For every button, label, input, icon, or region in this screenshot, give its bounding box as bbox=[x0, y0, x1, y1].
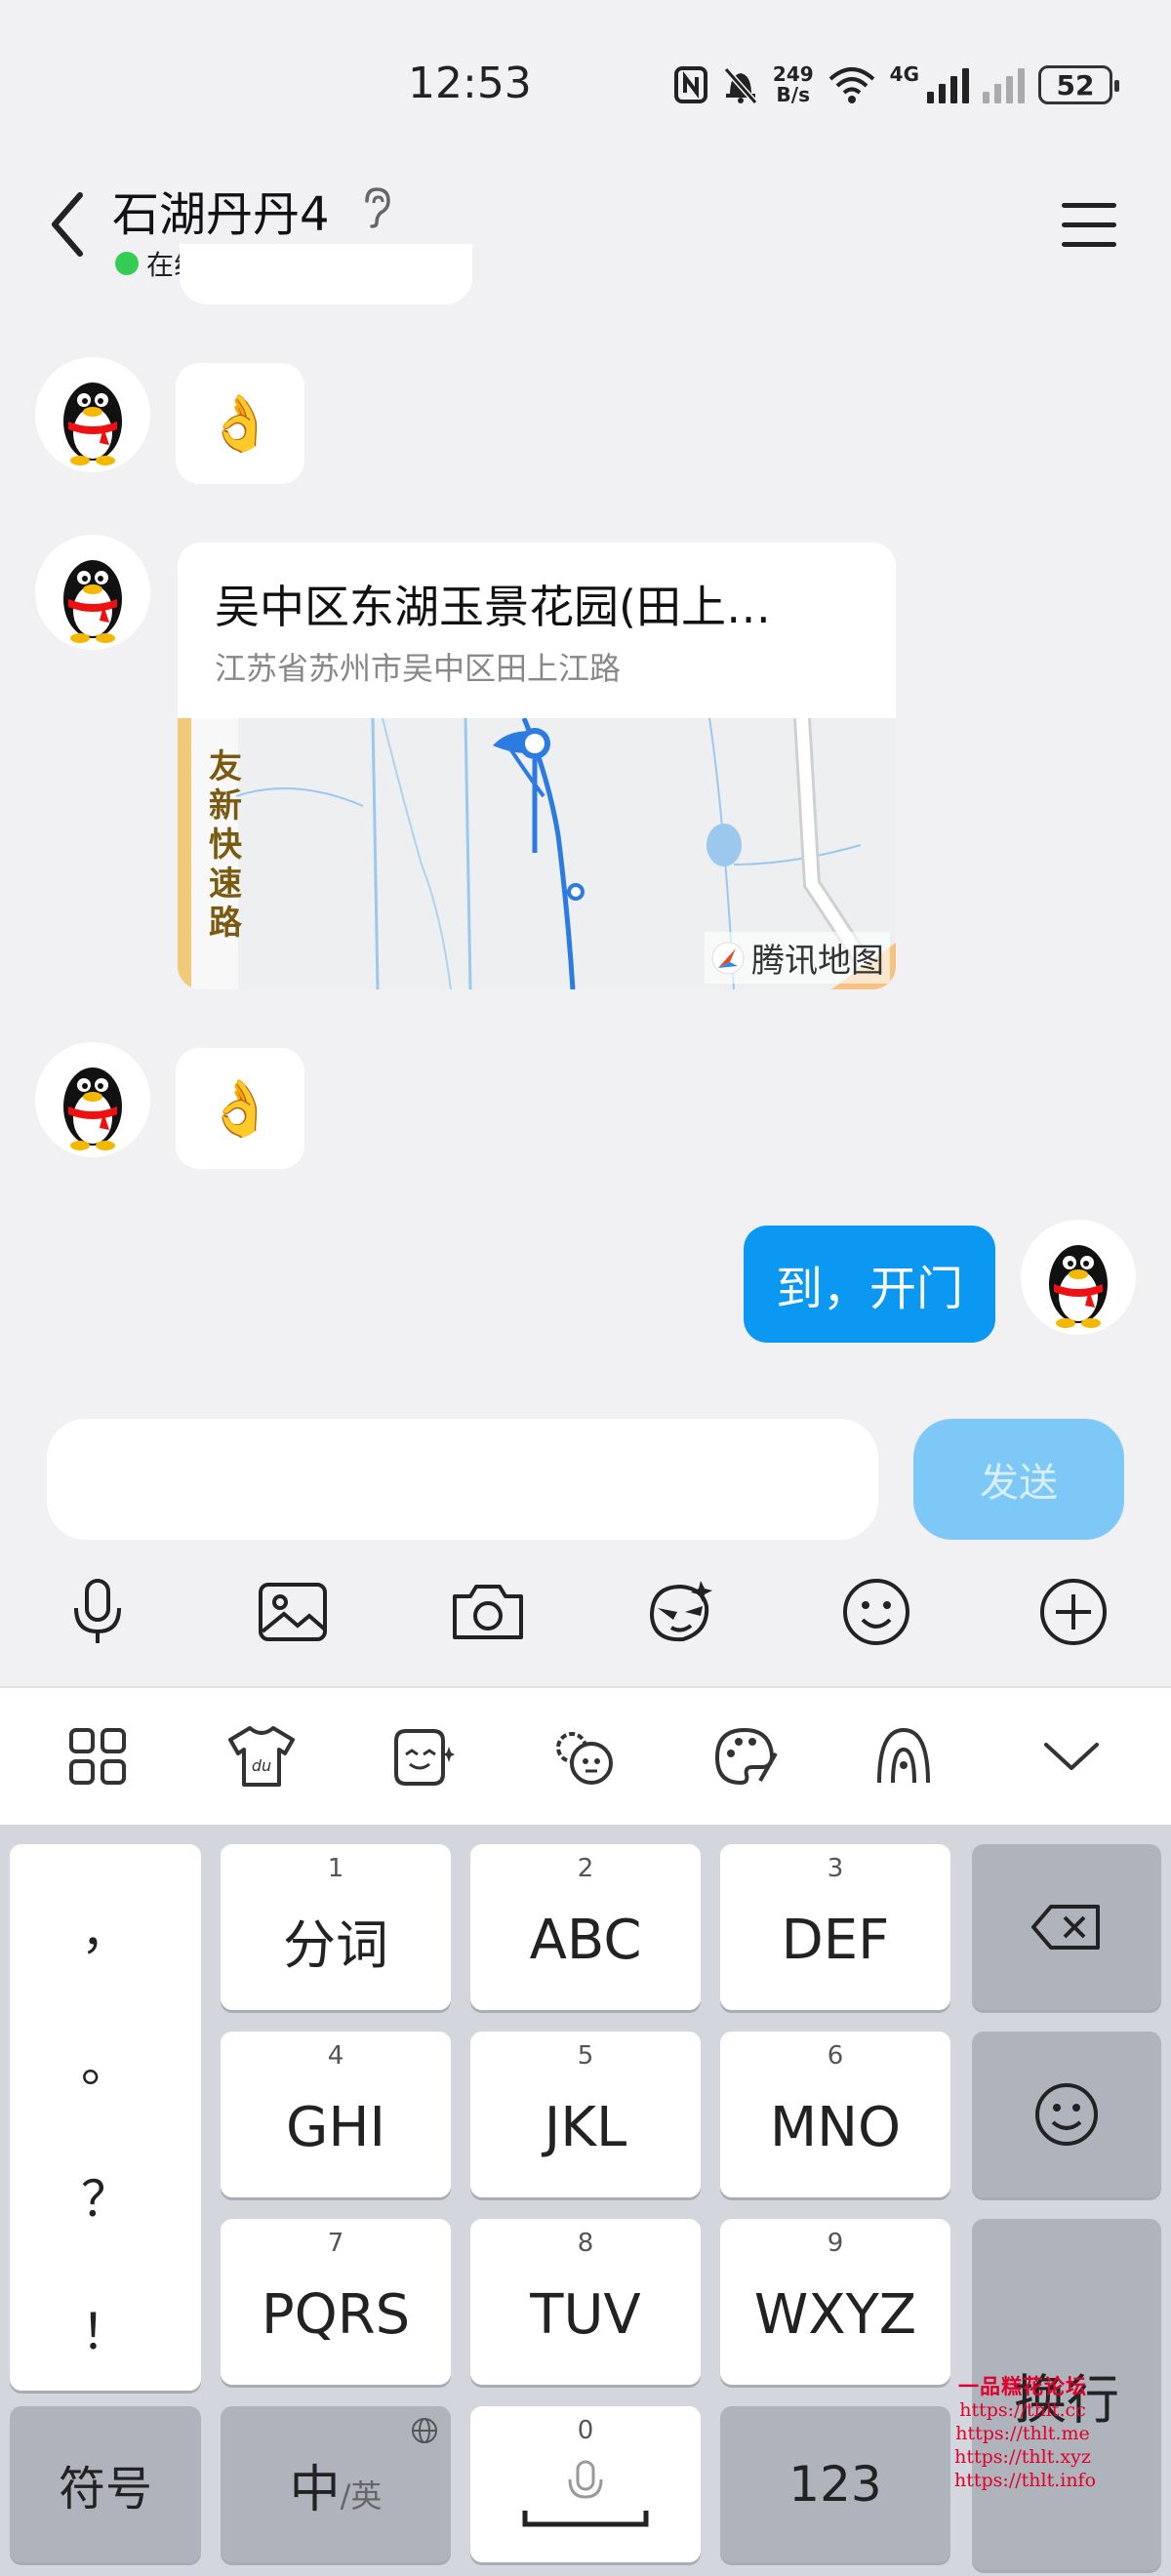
signal-no-sim-icon bbox=[983, 66, 1025, 103]
menu-icon[interactable] bbox=[1062, 203, 1116, 248]
backspace-icon bbox=[1031, 1905, 1100, 1950]
wifi-icon bbox=[828, 67, 875, 103]
key-5[interactable]: 5 JKL bbox=[470, 2032, 701, 2197]
key-6[interactable]: 6 MNO bbox=[720, 2032, 950, 2197]
network-type: 4G bbox=[889, 62, 919, 86]
language-switch-key[interactable]: 中/英 bbox=[221, 2406, 451, 2562]
map-provider: 腾讯地图 bbox=[705, 932, 890, 984]
punct-question-key[interactable]: ？ bbox=[10, 2160, 201, 2231]
handwriting-icon[interactable] bbox=[863, 1715, 945, 1797]
my-avatar[interactable] bbox=[1021, 1220, 1136, 1335]
key-4[interactable]: 4 GHI bbox=[221, 2032, 451, 2197]
image-icon[interactable] bbox=[252, 1571, 334, 1653]
emoji-message-bubble[interactable]: 👌 bbox=[176, 363, 304, 484]
mute-bell-icon bbox=[723, 67, 758, 104]
punct-comma-key[interactable]: ， bbox=[10, 1893, 201, 1963]
mic-icon[interactable] bbox=[57, 1571, 139, 1653]
backspace-key[interactable] bbox=[972, 1844, 1161, 2010]
message-input[interactable] bbox=[47, 1419, 878, 1540]
keyboard: ， 。 ？ ！ 1 分词 2 ABC 3 DEF 4 GHI 5 JKL 6 MNO 7 PQ… bbox=[0, 1825, 1171, 2576]
previous-message-bubble bbox=[180, 244, 472, 304]
ok-hand-emoji: 👌 bbox=[206, 392, 274, 456]
tencent-map-logo-icon bbox=[711, 942, 745, 974]
ok-hand-emoji: 👌 bbox=[206, 1077, 274, 1141]
chat-header: 石湖丹丹4 在线 - 4G bbox=[0, 166, 1171, 302]
face-sticker-icon[interactable] bbox=[383, 1715, 464, 1797]
contact-name[interactable]: 石湖丹丹4 bbox=[112, 176, 330, 244]
punctuation-column[interactable]: ， 。 ？ ！ bbox=[10, 1844, 201, 2391]
key-9[interactable]: 9 WXYZ bbox=[720, 2219, 950, 2385]
penguin-avatar-icon bbox=[63, 382, 122, 465]
emoji-message-bubble[interactable]: 👌 bbox=[176, 1048, 304, 1169]
space-mic-icon bbox=[522, 2460, 649, 2527]
map-provider-label: 腾讯地图 bbox=[751, 942, 884, 981]
key-2[interactable]: 2 ABC bbox=[470, 1844, 701, 2010]
punct-period-key[interactable]: 。 bbox=[10, 2026, 201, 2096]
location-address: 江苏省苏州市吴中区田上江路 bbox=[215, 650, 622, 687]
gear-face-icon[interactable] bbox=[543, 1715, 625, 1797]
shirt-icon[interactable]: du bbox=[221, 1715, 303, 1797]
key-8[interactable]: 8 TUV bbox=[470, 2219, 701, 2385]
signal-icon bbox=[927, 66, 969, 103]
key-1[interactable]: 1 分词 bbox=[221, 1844, 451, 2010]
globe-icon bbox=[412, 2418, 437, 2443]
watermark: 一品糕花论坛 https://thlt.cc https://thlt.me h… bbox=[954, 2374, 1097, 2492]
penguin-avatar-icon bbox=[63, 1067, 122, 1150]
space-key[interactable]: 0 bbox=[470, 2406, 701, 2562]
status-time: 12:53 bbox=[408, 59, 532, 108]
status-bar: 12:53 249 B/s 4G 52 bbox=[0, 0, 1171, 166]
key-3[interactable]: 3 DEF bbox=[720, 1844, 950, 2010]
plus-icon[interactable] bbox=[1032, 1571, 1114, 1653]
symbols-key[interactable]: 符号 bbox=[10, 2406, 201, 2562]
smiley-icon bbox=[1035, 2083, 1098, 2146]
battery-icon: 52 bbox=[1038, 65, 1119, 104]
ear-icon[interactable] bbox=[359, 185, 392, 228]
emoji-icon[interactable] bbox=[835, 1571, 917, 1653]
penguin-avatar-icon bbox=[1049, 1245, 1108, 1328]
collapse-keyboard-icon[interactable] bbox=[1030, 1715, 1112, 1797]
location-title: 吴中区东湖玉景花园(田上… bbox=[215, 581, 771, 633]
outgoing-message-bubble[interactable]: 到，开门 bbox=[744, 1226, 995, 1343]
penguin-avatar-icon bbox=[63, 560, 122, 643]
location-map[interactable]: 友新快速路 腾讯地图 bbox=[178, 718, 896, 989]
status-icons: 249 B/s 4G 52 bbox=[673, 60, 1119, 109]
svg-text:du: du bbox=[252, 1756, 271, 1775]
camera-icon[interactable] bbox=[447, 1571, 529, 1653]
punct-exclaim-key[interactable]: ！ bbox=[10, 2293, 201, 2363]
online-dot-icon bbox=[115, 252, 139, 275]
outgoing-message-text: 到，开门 bbox=[775, 1262, 963, 1316]
grid-icon[interactable] bbox=[57, 1715, 139, 1797]
avatar[interactable] bbox=[35, 357, 150, 472]
composer-toolbar bbox=[0, 1557, 1171, 1674]
numbers-key[interactable]: 123 bbox=[720, 2406, 950, 2562]
key-7[interactable]: 7 PQRS bbox=[221, 2219, 451, 2385]
avatar[interactable] bbox=[35, 1042, 150, 1157]
nfc-icon bbox=[673, 66, 707, 103]
avatar[interactable] bbox=[35, 535, 150, 650]
send-button[interactable]: 发送 bbox=[913, 1419, 1124, 1540]
back-icon[interactable] bbox=[39, 185, 98, 263]
location-message-card[interactable]: 吴中区东湖玉景花园(田上… 江苏省苏州市吴中区田上江路 友新快速路 腾讯地图 bbox=[178, 543, 896, 989]
keyboard-toolbar: du bbox=[0, 1686, 1171, 1825]
sticker-icon[interactable] bbox=[640, 1571, 722, 1653]
emoji-key[interactable] bbox=[972, 2032, 1161, 2197]
language-label: 中/英 bbox=[289, 2460, 383, 2519]
palette-icon[interactable] bbox=[705, 1715, 787, 1797]
composer: 发送 bbox=[0, 1401, 1171, 1686]
map-road-label: 友新快速路 bbox=[209, 747, 242, 943]
net-speed: 249 B/s bbox=[772, 62, 814, 106]
